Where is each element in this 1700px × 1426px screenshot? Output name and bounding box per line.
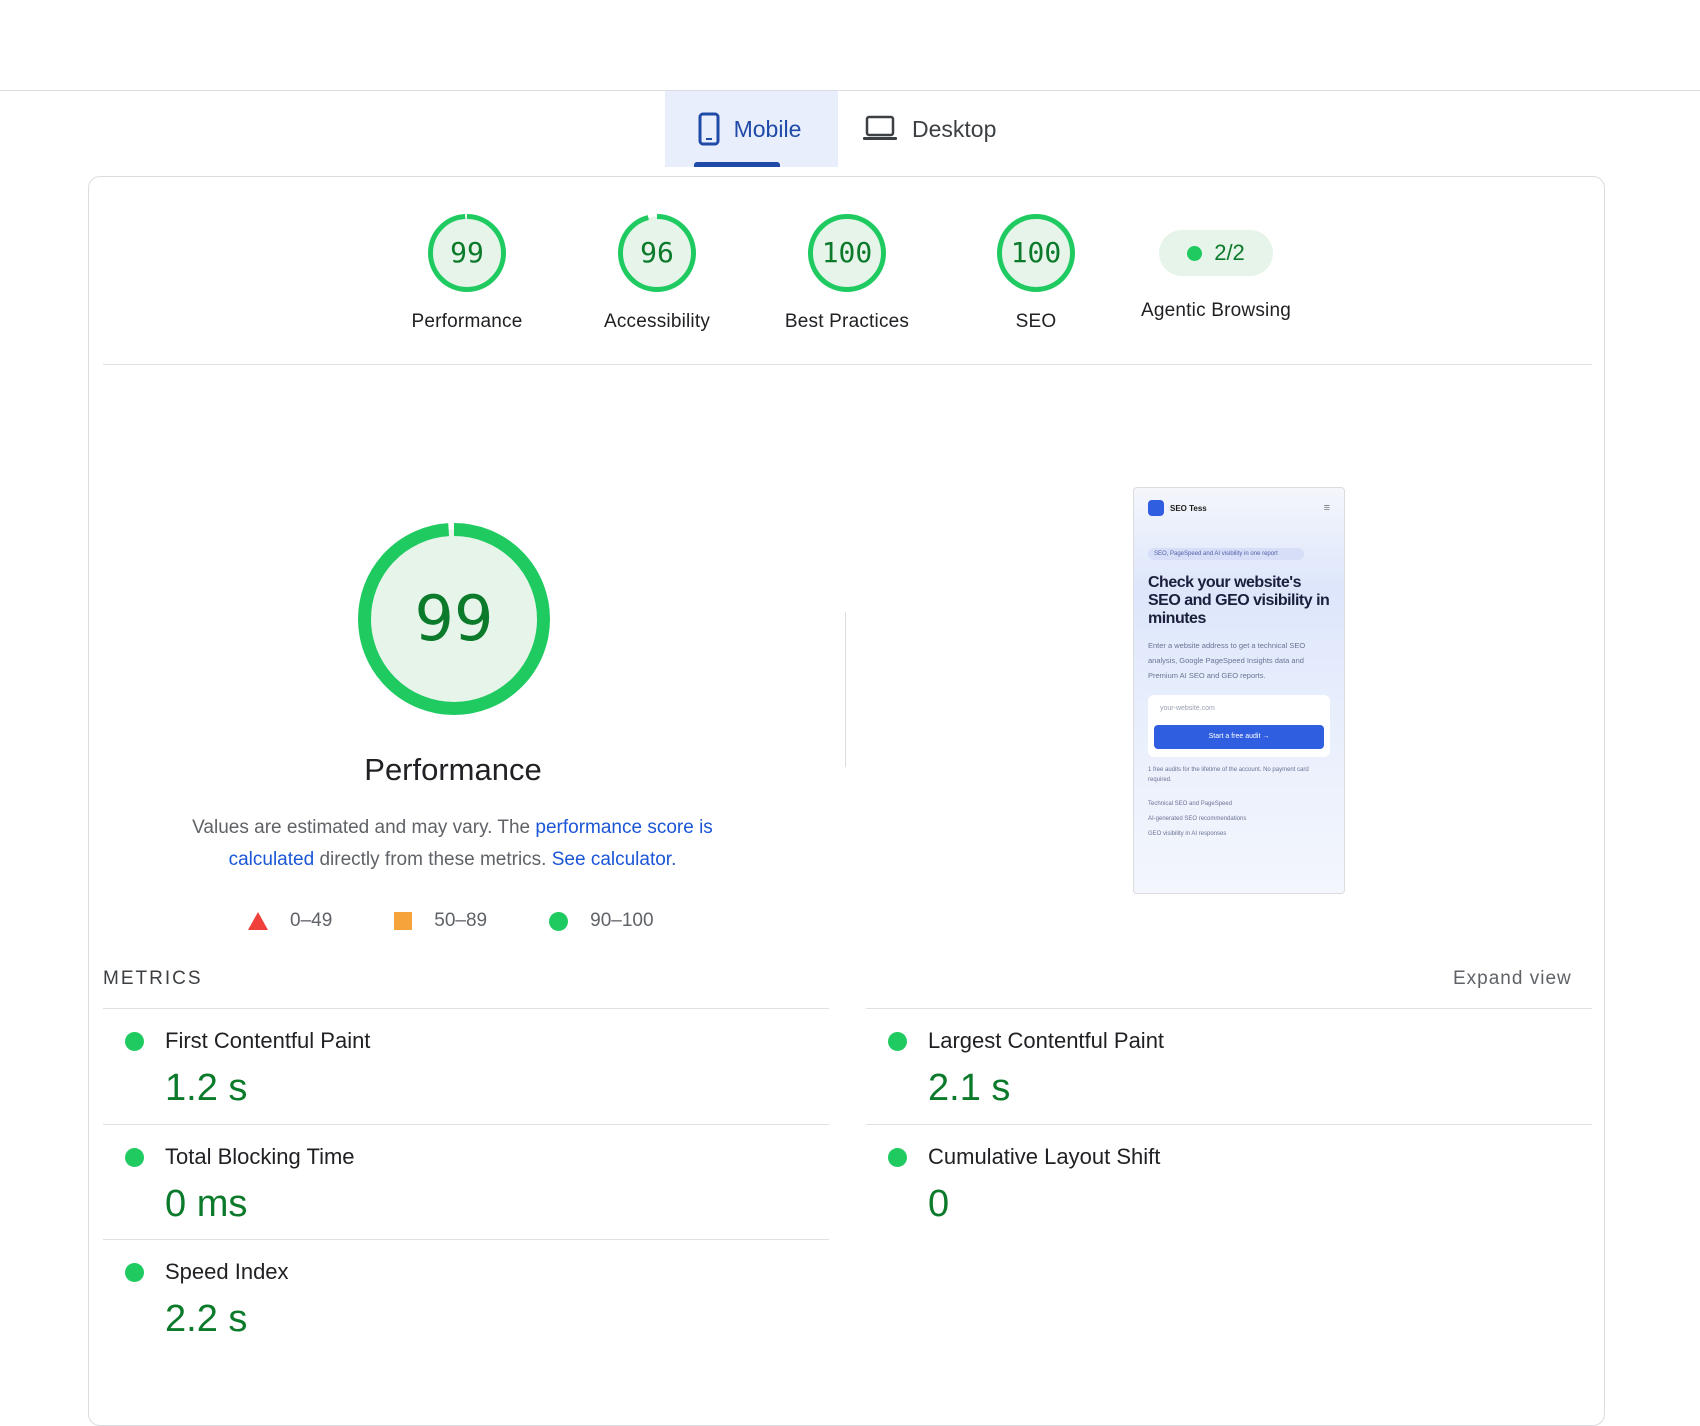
thumb-heading: Check your website's SEO and GEO visibil…: [1148, 574, 1330, 627]
desc-text: Values are estimated and may vary. The: [192, 817, 536, 838]
thumb-brand: SEO Tess: [1170, 503, 1207, 513]
metric-value: 0 ms: [165, 1183, 248, 1225]
expand-view-button[interactable]: Expand view: [1453, 968, 1572, 990]
score-ring: 100: [808, 214, 886, 292]
score-value: 100: [1010, 236, 1062, 269]
metric-row: Cumulative Layout Shift 0: [866, 1124, 1592, 1239]
score-value: 2/2: [1214, 240, 1245, 265]
gauge-seo[interactable]: 100 SEO: [956, 214, 1116, 333]
divider: [103, 364, 1592, 365]
metrics-header: METRICS: [103, 968, 203, 989]
score-value: 100: [821, 236, 873, 269]
pass-dot-icon: [125, 1263, 144, 1282]
pass-dot-icon: [1187, 245, 1203, 261]
gauge-label: Performance: [411, 311, 523, 332]
vertical-divider: [845, 612, 846, 767]
pass-dot-icon: [125, 1032, 144, 1051]
metric-value: 0: [928, 1183, 950, 1225]
see-calculator-link[interactable]: See calculator.: [552, 849, 677, 870]
thumb-form: your-website.com Start a free audit →: [1148, 695, 1330, 757]
pass-dot-icon: [888, 1032, 907, 1051]
legend-range: 90–100: [590, 910, 654, 931]
metric-name: Total Blocking Time: [165, 1144, 355, 1169]
category-gauges: 99 Performance 96 Accessibility 100 Best…: [0, 0, 1700, 370]
score-ring: 96: [618, 214, 696, 292]
pass-dot-icon: [888, 1148, 907, 1167]
legend-range: 0–49: [290, 910, 333, 931]
metric-row: Largest Contentful Paint 2.1 s: [866, 1008, 1592, 1123]
thumb-check-item: AI-generated SEO recommendations: [1148, 816, 1247, 822]
thumb-pill: SEO, PageSpeed and AI visibility in one …: [1148, 548, 1304, 560]
legend-item-pass: 90–100: [549, 910, 654, 932]
legend-item-fail: 0–49: [248, 910, 332, 932]
thumb-input: your-website.com: [1160, 705, 1215, 712]
thumb-checks: Technical SEO and PageSpeed AI-generated…: [1148, 797, 1330, 842]
gauge-best-practices[interactable]: 100 Best Practices: [767, 214, 927, 333]
thumb-subtext: Enter a website address to get a technic…: [1148, 641, 1306, 680]
pass-dot-icon: [125, 1148, 144, 1167]
final-screenshot-thumbnail[interactable]: SEO Tess ≡ SEO, PageSpeed and AI visibil…: [1133, 487, 1345, 894]
thumb-fineprint: 1 free audits for the lifetime of the ac…: [1148, 767, 1309, 783]
thumb-nav: SEO Tess ≡: [1134, 488, 1344, 528]
desc-text: directly from these metrics.: [314, 849, 552, 870]
performance-description: Values are estimated and may vary. The p…: [160, 812, 745, 876]
score-ring: 99: [428, 214, 506, 292]
legend-range: 50–89: [434, 910, 488, 931]
score-ring: 100: [997, 214, 1075, 292]
performance-score: 99: [414, 582, 494, 655]
gauge-label: SEO: [1015, 311, 1057, 332]
agentic-score-pill: 2/2: [1159, 230, 1273, 276]
gauge-performance[interactable]: 99 Performance: [387, 214, 547, 333]
square-icon: [394, 912, 413, 930]
gauge-label: Accessibility: [603, 311, 711, 332]
metric-row: Total Blocking Time 0 ms: [103, 1124, 829, 1239]
metric-row: Speed Index 2.2 s: [103, 1239, 829, 1354]
metric-name: Speed Index: [165, 1259, 289, 1284]
hamburger-icon: ≡: [1323, 502, 1330, 514]
performance-title: Performance: [364, 752, 542, 787]
metric-value: 2.1 s: [928, 1067, 1011, 1109]
metric-name: First Contentful Paint: [165, 1028, 371, 1053]
metric-value: 1.2 s: [165, 1067, 248, 1109]
logo-icon: [1148, 500, 1164, 516]
performance-big-gauge: 99: [358, 523, 550, 715]
thumb-check-item: Technical SEO and PageSpeed: [1148, 801, 1233, 807]
triangle-icon: [248, 912, 268, 930]
gauge-label: Agentic Browsing: [1141, 300, 1291, 321]
metric-row: First Contentful Paint 1.2 s: [103, 1008, 829, 1123]
score-value: 99: [450, 236, 484, 269]
score-value: 96: [640, 236, 674, 269]
metric-value: 2.2 s: [165, 1298, 248, 1340]
gauge-accessibility[interactable]: 96 Accessibility: [577, 214, 737, 333]
thumb-check-item: GEO visibility in AI responses: [1148, 831, 1227, 837]
score-legend: 0–49 50–89 90–100: [248, 906, 716, 936]
metric-name: Cumulative Layout Shift: [928, 1144, 1161, 1169]
circle-icon: [549, 911, 569, 931]
thumb-cta: Start a free audit →: [1154, 725, 1324, 749]
gauge-agentic-browsing[interactable]: 2/2 Agentic Browsing: [1136, 214, 1296, 322]
legend-item-average: 50–89: [394, 910, 487, 932]
gauge-label: Best Practices: [784, 311, 910, 332]
metric-name: Largest Contentful Paint: [928, 1028, 1165, 1053]
